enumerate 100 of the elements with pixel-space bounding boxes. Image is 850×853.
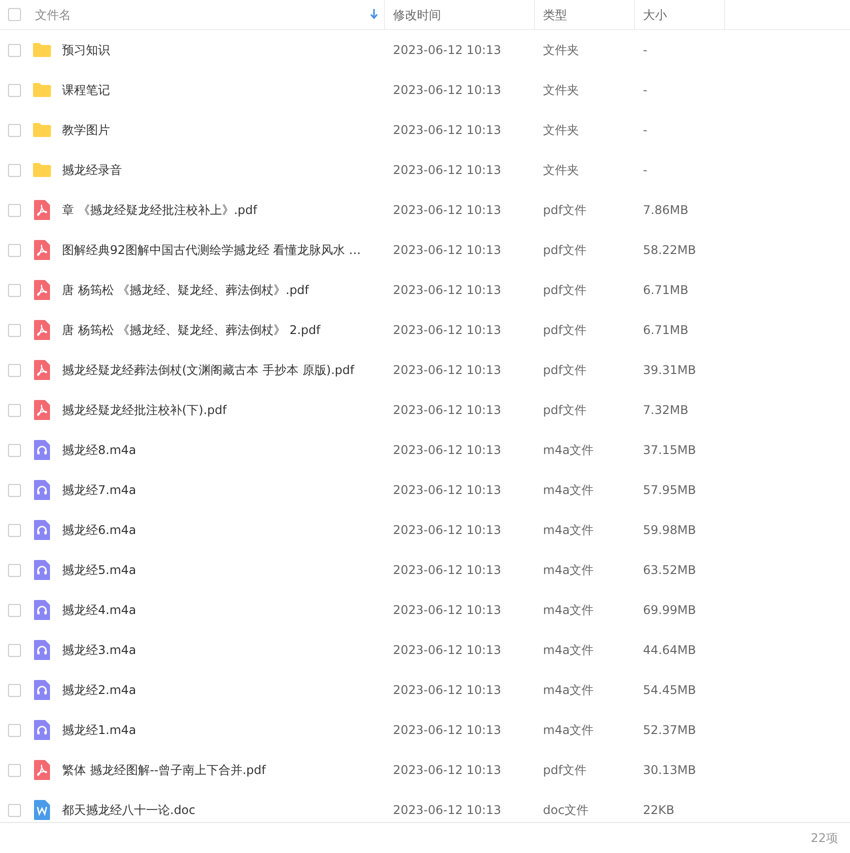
folder-icon [32, 120, 52, 140]
pdf-file-icon [32, 280, 52, 300]
headphones-file-icon [32, 680, 52, 700]
file-size: - [643, 123, 648, 137]
file-type: pdf文件 [543, 243, 586, 257]
file-name[interactable]: 撼龙经2.m4a [62, 681, 136, 699]
file-type: 文件夹 [543, 163, 579, 177]
file-size: 6.71MB [643, 283, 688, 297]
headphones-file-icon [32, 720, 52, 740]
file-size: 52.37MB [643, 723, 696, 737]
column-header[interactable]: 修改时间 [393, 6, 441, 24]
modified-time: 2023-06-12 10:13 [393, 243, 502, 257]
checkbox[interactable] [8, 244, 21, 256]
checkbox[interactable] [8, 644, 21, 656]
checkbox[interactable] [8, 724, 21, 736]
file-type: m4a文件 [543, 443, 594, 457]
file-type: m4a文件 [543, 563, 594, 577]
file-type: 文件夹 [543, 83, 579, 97]
file-name[interactable]: 繁体 撼龙经图解--曾子南上下合并.pdf [62, 761, 266, 779]
file-name[interactable]: 撼龙经疑龙经批注校补(下).pdf [62, 401, 227, 419]
checkbox[interactable] [8, 8, 21, 21]
checkbox[interactable] [8, 764, 21, 776]
modified-time: 2023-06-12 10:13 [393, 43, 502, 57]
modified-time: 2023-06-12 10:13 [393, 83, 502, 97]
file-name[interactable]: 章 《撼龙经疑龙经批注校补上》.pdf [62, 201, 258, 219]
file-type: m4a文件 [543, 683, 594, 697]
pdf-file-icon [32, 400, 52, 420]
modified-time: 2023-06-12 10:13 [393, 683, 502, 697]
modified-time: 2023-06-12 10:13 [393, 763, 502, 777]
file-size: 57.95MB [643, 483, 696, 497]
file-name[interactable]: 撼龙经4.m4a [62, 601, 136, 619]
file-name[interactable]: 撼龙经8.m4a [62, 441, 136, 459]
file-size: 22KB [643, 803, 674, 817]
headphones-file-icon [32, 560, 52, 580]
folder-icon [32, 160, 52, 180]
file-type: m4a文件 [543, 723, 594, 737]
file-name[interactable]: 课程笔记 [62, 81, 110, 99]
modified-time: 2023-06-12 10:13 [393, 523, 502, 537]
word-file-icon [32, 800, 52, 820]
file-size: 54.45MB [643, 683, 696, 697]
checkbox[interactable] [8, 684, 21, 696]
checkbox[interactable] [8, 524, 21, 536]
file-name[interactable]: 撼龙经5.m4a [62, 561, 136, 579]
file-name[interactable]: 预习知识 [62, 41, 110, 59]
modified-time: 2023-06-12 10:13 [393, 443, 502, 457]
file-size: - [643, 43, 648, 57]
modified-time: 2023-06-12 10:13 [393, 723, 502, 737]
checkbox[interactable] [8, 564, 21, 576]
checkbox[interactable] [8, 404, 21, 416]
file-type: m4a文件 [543, 603, 594, 617]
file-size: 59.98MB [643, 523, 696, 537]
item-count: 22项 [810, 830, 838, 847]
file-type: pdf文件 [543, 283, 586, 297]
checkbox[interactable] [8, 164, 21, 176]
checkbox[interactable] [8, 364, 21, 376]
headphones-file-icon [32, 520, 52, 540]
file-name[interactable]: 都天撼龙经八十一论.doc [62, 801, 196, 819]
modified-time: 2023-06-12 10:13 [393, 323, 502, 337]
checkbox[interactable] [8, 204, 21, 216]
checkbox[interactable] [8, 484, 21, 496]
column-header[interactable]: 大小 [643, 6, 667, 24]
checkbox[interactable] [8, 604, 21, 616]
file-size: 63.52MB [643, 563, 696, 577]
pdf-file-icon [32, 360, 52, 380]
file-name[interactable]: 唐 杨筠松 《撼龙经、疑龙经、葬法倒杖》 2.pdf [62, 321, 320, 339]
file-name[interactable]: 撼龙经疑龙经葬法倒杖(文渊阁藏古本 手抄本 原版).pdf [62, 361, 354, 379]
modified-time: 2023-06-12 10:13 [393, 283, 502, 297]
pdf-file-icon [32, 240, 52, 260]
checkbox[interactable] [8, 284, 21, 296]
file-name[interactable]: 撼龙经7.m4a [62, 481, 136, 499]
file-name[interactable]: 唐 杨筠松 《撼龙经、疑龙经、葬法倒杖》.pdf [62, 281, 309, 299]
file-name[interactable]: 撼龙经录音 [62, 161, 122, 179]
modified-time: 2023-06-12 10:13 [393, 163, 502, 177]
headphones-file-icon [32, 640, 52, 660]
file-size: 37.15MB [643, 443, 696, 457]
checkbox[interactable] [8, 84, 21, 96]
modified-time: 2023-06-12 10:13 [393, 203, 502, 217]
checkbox[interactable] [8, 444, 21, 456]
file-type: pdf文件 [543, 323, 586, 337]
checkbox[interactable] [8, 124, 21, 136]
file-name[interactable]: 撼龙经1.m4a [62, 721, 136, 739]
file-size: 44.64MB [643, 643, 696, 657]
sort-arrow-icon[interactable] [370, 9, 378, 20]
file-type: 文件夹 [543, 123, 579, 137]
file-size: 39.31MB [643, 363, 696, 377]
file-size: 6.71MB [643, 323, 688, 337]
column-header[interactable]: 类型 [543, 6, 567, 24]
headphones-file-icon [32, 480, 52, 500]
file-name[interactable]: 撼龙经3.m4a [62, 641, 136, 659]
file-name[interactable]: 教学图片 [62, 121, 110, 139]
modified-time: 2023-06-12 10:13 [393, 803, 502, 817]
checkbox[interactable] [8, 324, 21, 336]
file-type: doc文件 [543, 803, 589, 817]
file-name[interactable]: 图解经典92图解中国古代测绘学撼龙经 看懂龙脉风水 … [62, 241, 361, 259]
file-name[interactable]: 撼龙经6.m4a [62, 521, 136, 539]
checkbox[interactable] [8, 804, 21, 816]
checkbox[interactable] [8, 44, 21, 56]
modified-time: 2023-06-12 10:13 [393, 403, 502, 417]
column-header[interactable]: 文件名 [35, 6, 71, 24]
pdf-file-icon [32, 200, 52, 220]
